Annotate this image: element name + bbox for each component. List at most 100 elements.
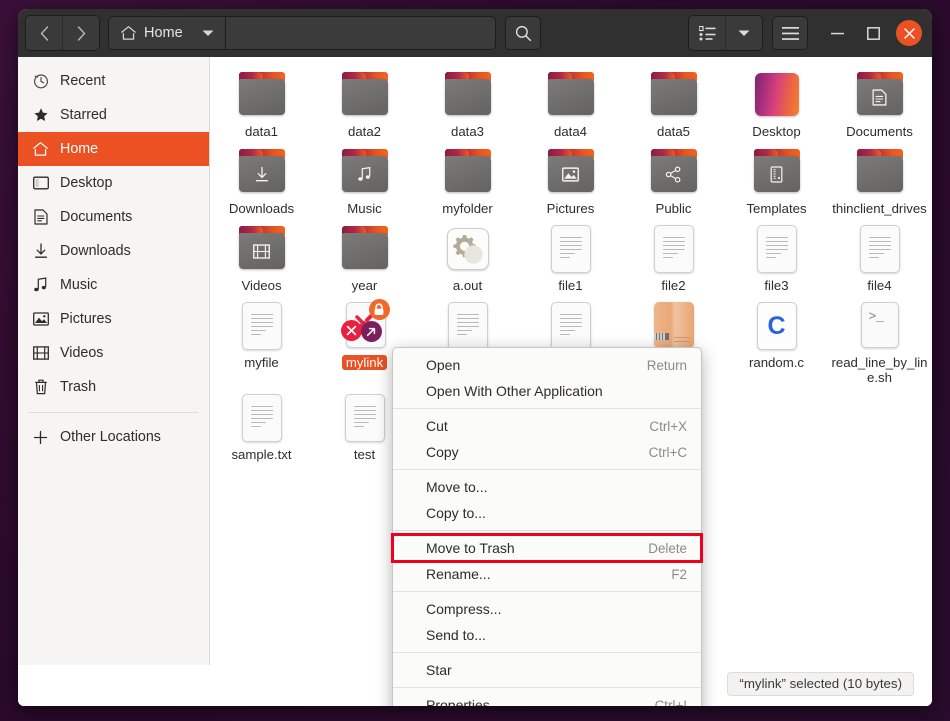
menu-item-copy-to[interactable]: Copy to... [393,500,701,526]
menu-separator [393,408,701,409]
file-item[interactable]: thinclient_drives [828,140,931,216]
file-item[interactable]: Desktop [725,63,828,139]
sidebar-item-other-locations[interactable]: Other Locations [18,420,209,454]
view-options-dropdown-button[interactable] [725,16,762,50]
path-bar-home-button[interactable]: Home [108,16,226,50]
sidebar-item-desktop[interactable]: Desktop [18,166,209,200]
music-note-icon [32,277,49,294]
error-x-icon [341,320,362,341]
maximize-button[interactable] [860,20,886,46]
file-item[interactable]: Pictures [519,140,622,216]
menu-item-open-with-other-application[interactable]: Open With Other Application [393,378,701,404]
lock-icon [369,299,390,320]
menu-item-copy[interactable]: Copy Ctrl+C [393,439,701,465]
file-item[interactable]: Public [622,140,725,216]
context-menu[interactable]: Open Return Open With Other Application … [392,347,702,706]
menu-item-properties[interactable]: Properties Ctrl+I [393,692,701,706]
menu-item-move-to-trash[interactable]: Move to Trash Delete [393,535,701,561]
sidebar-item-recent[interactable]: Recent [18,64,209,98]
file-item[interactable]: myfile [210,294,313,385]
close-icon [904,28,915,39]
forward-button[interactable] [62,16,99,50]
file-item[interactable]: file2 [622,217,725,293]
folder-icon [855,146,905,196]
home-icon [120,25,137,41]
list-view-button[interactable] [689,16,725,50]
file-item[interactable]: data2 [313,63,416,139]
file-item[interactable]: year [313,217,416,293]
menu-item-cut[interactable]: Cut Ctrl+X [393,413,701,439]
sidebar-item-downloads[interactable]: Downloads [18,234,209,268]
file-label: year [352,278,378,293]
file-item[interactable]: data1 [210,63,313,139]
menu-item-send-to[interactable]: Send to... [393,622,701,648]
navigation-buttons [25,15,100,51]
back-button[interactable] [26,16,62,50]
chevron-right-icon [77,26,86,41]
picture-icon [32,311,49,328]
main-menu-button[interactable] [772,16,808,50]
file-item[interactable]: Videos [210,217,313,293]
plus-icon [32,429,49,446]
sidebar-item-starred[interactable]: Starred [18,98,209,132]
menu-item-star[interactable]: Star [393,657,701,683]
file-item[interactable]: file4 [828,217,931,293]
path-entry-field[interactable] [226,16,496,50]
pictures-folder-icon [546,146,596,196]
file-item[interactable]: data3 [416,63,519,139]
file-label-selected: mylink [342,355,387,370]
sidebar-item-music[interactable]: Music [18,268,209,302]
maximize-icon [867,27,880,40]
sidebar-item-label: Desktop [60,175,112,191]
menu-item-open[interactable]: Open Return [393,352,701,378]
file-item[interactable]: a.out [416,217,519,293]
close-button[interactable] [896,20,922,46]
sidebar-item-label: Videos [60,345,103,361]
window-controls [824,20,922,46]
file-item[interactable]: sample.txt [210,386,313,462]
file-item[interactable]: file1 [519,217,622,293]
menu-item-move-to[interactable]: Move to... [393,474,701,500]
menu-item-rename[interactable]: Rename... F2 [393,561,701,587]
file-item[interactable]: data5 [622,63,725,139]
sidebar-item-documents[interactable]: Documents [18,200,209,234]
path-label: Home [144,25,183,41]
executable-icon [443,223,493,273]
menu-item-label: Copy [426,444,459,460]
file-item[interactable]: Music [313,140,416,216]
menu-item-label: Star [426,662,452,678]
text-file-icon [237,392,287,442]
film-icon [253,244,270,259]
sidebar-item-videos[interactable]: Videos [18,336,209,370]
sidebar-item-label: Starred [60,107,107,123]
sidebar-item-label: Recent [60,73,105,89]
menu-item-accel: Ctrl+X [649,419,687,434]
header-bar: Home [18,9,932,58]
menu-item-compress[interactable]: Compress... [393,596,701,622]
file-item[interactable]: file3 [725,217,828,293]
search-button[interactable] [505,16,541,50]
file-item[interactable]: myfolder [416,140,519,216]
header-left-group: Home [18,15,541,51]
file-label: data4 [554,124,587,139]
sidebar-item-trash[interactable]: Trash [18,370,209,404]
file-item[interactable]: Templates [725,140,828,216]
chevron-down-icon [738,29,750,37]
file-item[interactable]: Documents [828,63,931,139]
file-item[interactable]: Downloads [210,140,313,216]
template-icon [770,166,783,183]
menu-separator [393,530,701,531]
sidebar-item-home[interactable]: Home [18,132,209,166]
menu-item-label: Compress... [426,601,501,617]
file-item[interactable]: >_ read_line_by_line.sh [828,294,931,385]
file-item[interactable]: data4 [519,63,622,139]
sidebar-item-pictures[interactable]: Pictures [18,302,209,336]
menu-item-label: Copy to... [426,505,486,521]
file-item[interactable]: C random.c [725,294,828,385]
file-label: Templates [746,201,806,216]
minimize-button[interactable] [824,20,850,46]
desktop-icon [32,175,49,192]
folder-icon [237,69,287,119]
file-label: file2 [661,278,685,293]
file-label: read_line_by_line.sh [830,355,929,385]
